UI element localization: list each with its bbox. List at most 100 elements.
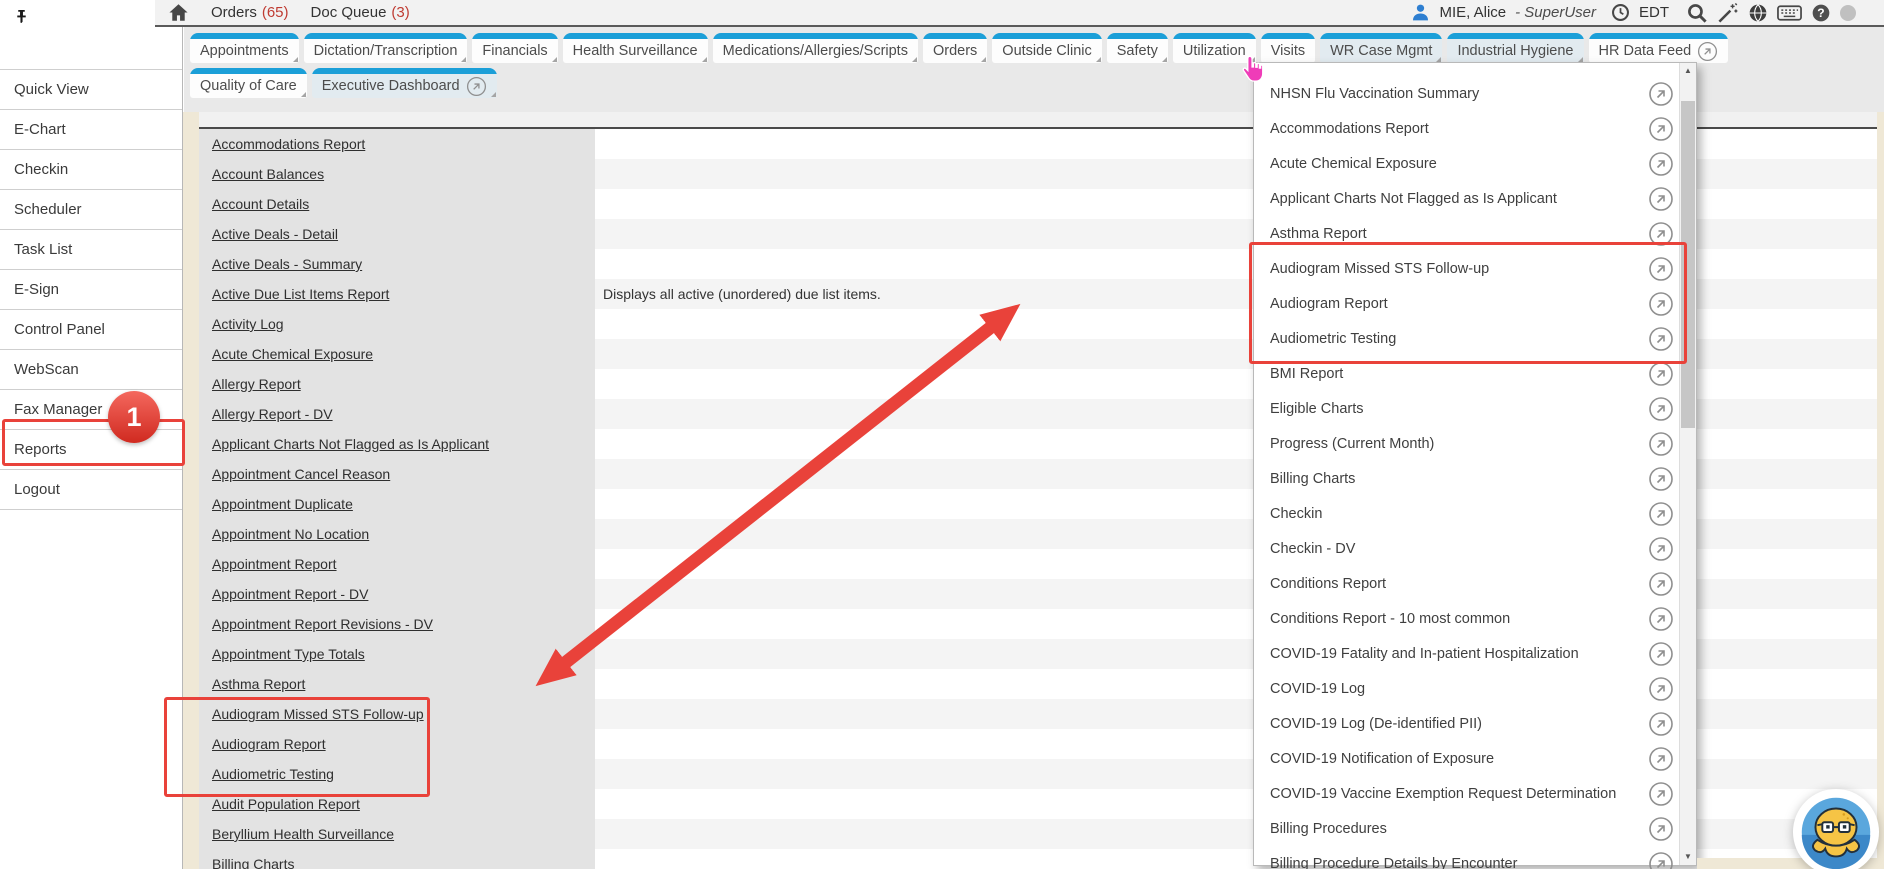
sidebar-item-webscan[interactable]: WebScan [0, 350, 182, 390]
dropdown-item-conditions-report-10-most-common[interactable]: Conditions Report - 10 most common [1254, 601, 1679, 636]
open-report-icon[interactable] [1648, 186, 1674, 212]
dropdown-item-applicant-charts-not-flagged-as-is-applicant[interactable]: Applicant Charts Not Flagged as Is Appli… [1254, 181, 1679, 216]
open-report-icon[interactable] [1648, 361, 1674, 387]
wand-icon[interactable] [1717, 2, 1739, 24]
report-link-account-balances[interactable]: Account Balances [212, 166, 324, 182]
tab-wr-case-mgmt[interactable]: WR Case Mgmt [1320, 33, 1442, 63]
report-link-audiometric-testing[interactable]: Audiometric Testing [212, 766, 334, 782]
dropdown-item-covid-19-fatality-and-in-patient-hospitalization[interactable]: COVID-19 Fatality and In-patient Hospita… [1254, 636, 1679, 671]
sidebar-item-task-list[interactable]: Task List [0, 230, 182, 270]
dropdown-item-covid-19-notification-of-exposure[interactable]: COVID-19 Notification of Exposure [1254, 741, 1679, 776]
tab-medications-allergies-scripts[interactable]: Medications/Allergies/Scripts [713, 33, 918, 63]
open-report-icon[interactable] [1648, 746, 1674, 772]
octopus-helper-icon[interactable] [1792, 788, 1880, 869]
open-report-icon[interactable] [1648, 851, 1674, 869]
open-report-icon[interactable] [1648, 641, 1674, 667]
open-report-icon[interactable] [1648, 221, 1674, 247]
report-link-active-deals-detail[interactable]: Active Deals - Detail [212, 226, 338, 242]
open-report-icon[interactable] [1648, 291, 1674, 317]
sidebar-item-logout[interactable]: Logout [0, 470, 182, 510]
report-link-applicant-charts-not-flagged-as-is-applicant[interactable]: Applicant Charts Not Flagged as Is Appli… [212, 436, 489, 452]
dropdown-item-covid-19-log[interactable]: COVID-19 Log [1254, 671, 1679, 706]
open-report-icon[interactable] [1648, 676, 1674, 702]
dropdown-item-billing-charts[interactable]: Billing Charts [1254, 461, 1679, 496]
dropdown-item-eligible-charts[interactable]: Eligible Charts [1254, 391, 1679, 426]
open-in-new-icon[interactable] [1697, 41, 1718, 62]
report-link-activity-log[interactable]: Activity Log [212, 316, 284, 332]
dropdown-scrollbar[interactable]: ▲ ▼ [1679, 63, 1696, 865]
open-in-new-icon[interactable] [466, 76, 487, 97]
tab-orders[interactable]: Orders [923, 33, 987, 63]
dropdown-item-accommodations-report[interactable]: Accommodations Report [1254, 111, 1679, 146]
tab-visits[interactable]: Visits [1261, 33, 1315, 63]
dropdown-item-covid-19-vaccine-exemption-request-determination[interactable]: COVID-19 Vaccine Exemption Request Deter… [1254, 776, 1679, 811]
report-link-acute-chemical-exposure[interactable]: Acute Chemical Exposure [212, 346, 373, 362]
help-icon[interactable]: ? [1811, 3, 1831, 23]
report-link-active-due-list-items-report[interactable]: Active Due List Items Report [212, 286, 389, 302]
search-icon[interactable] [1686, 2, 1708, 24]
tab-executive-dashboard[interactable]: Executive Dashboard [312, 68, 497, 98]
topbar-nav-orders[interactable]: Orders(65) [211, 4, 289, 21]
dropdown-item-audiogram-report[interactable]: Audiogram Report [1254, 286, 1679, 321]
keyboard-icon[interactable] [1777, 5, 1802, 21]
globe-icon[interactable] [1748, 3, 1768, 23]
dropdown-item-billing-procedures[interactable]: Billing Procedures [1254, 811, 1679, 846]
tab-financials[interactable]: Financials [472, 33, 557, 63]
sidebar-item-scheduler[interactable]: Scheduler [0, 190, 182, 230]
open-report-icon[interactable] [1648, 466, 1674, 492]
report-link-asthma-report[interactable]: Asthma Report [212, 676, 305, 692]
sidebar-item-control-panel[interactable]: Control Panel [0, 310, 182, 350]
dropdown-item-asthma-report[interactable]: Asthma Report [1254, 216, 1679, 251]
tab-outside-clinic[interactable]: Outside Clinic [992, 33, 1101, 63]
report-link-appointment-report-revisions-dv[interactable]: Appointment Report Revisions - DV [212, 616, 433, 632]
open-report-icon[interactable] [1648, 536, 1674, 562]
scrollbar-up-arrow[interactable]: ▲ [1680, 63, 1696, 79]
dropdown-item-checkin-dv[interactable]: Checkin - DV [1254, 531, 1679, 566]
report-link-accommodations-report[interactable]: Accommodations Report [212, 136, 365, 152]
report-link-appointment-type-totals[interactable]: Appointment Type Totals [212, 646, 365, 662]
report-link-allergy-report[interactable]: Allergy Report [212, 376, 301, 392]
report-link-audiogram-report[interactable]: Audiogram Report [212, 736, 326, 752]
dropdown-item-nhsn-flu-vaccination-summary[interactable]: NHSN Flu Vaccination Summary [1254, 76, 1679, 111]
user-icon[interactable] [1411, 3, 1430, 22]
tab-safety[interactable]: Safety [1107, 33, 1168, 63]
dropdown-item-covid-19-log-de-identified-pii[interactable]: COVID-19 Log (De-identified PII) [1254, 706, 1679, 741]
report-link-appointment-report-dv[interactable]: Appointment Report - DV [212, 586, 368, 602]
open-report-icon[interactable] [1648, 116, 1674, 142]
topbar-nav-doc-queue[interactable]: Doc Queue(3) [311, 4, 410, 21]
report-link-audiogram-missed-sts-follow-up[interactable]: Audiogram Missed STS Follow-up [212, 706, 424, 722]
tab-utilization[interactable]: Utilization [1173, 33, 1256, 63]
open-report-icon[interactable] [1648, 326, 1674, 352]
sidebar-item-e-sign[interactable]: E-Sign [0, 270, 182, 310]
sidebar-item-e-chart[interactable]: E-Chart [0, 110, 182, 150]
open-report-icon[interactable] [1648, 571, 1674, 597]
scrollbar-down-arrow[interactable]: ▼ [1680, 849, 1696, 865]
dropdown-item-bmi-report[interactable]: BMI Report [1254, 356, 1679, 391]
report-link-active-deals-summary[interactable]: Active Deals - Summary [212, 256, 362, 272]
dropdown-item-progress-current-month[interactable]: Progress (Current Month) [1254, 426, 1679, 461]
open-report-icon[interactable] [1648, 501, 1674, 527]
sidebar-item-reports[interactable]: Reports [0, 430, 182, 470]
open-report-icon[interactable] [1648, 816, 1674, 842]
sidebar-item-quick-view[interactable]: Quick View [0, 70, 182, 110]
scrollbar-thumb[interactable] [1681, 101, 1695, 428]
home-icon[interactable] [168, 3, 189, 22]
sidebar-item-checkin[interactable]: Checkin [0, 150, 182, 190]
open-report-icon[interactable] [1648, 711, 1674, 737]
dropdown-item-audiometric-testing[interactable]: Audiometric Testing [1254, 321, 1679, 356]
open-report-icon[interactable] [1648, 396, 1674, 422]
tab-hr-data-feed[interactable]: HR Data Feed [1589, 33, 1729, 63]
dropdown-item-conditions-report[interactable]: Conditions Report [1254, 566, 1679, 601]
open-report-icon[interactable] [1648, 256, 1674, 282]
report-link-billing-charts[interactable]: Billing Charts [212, 856, 294, 869]
report-link-appointment-duplicate[interactable]: Appointment Duplicate [212, 496, 353, 512]
report-link-allergy-report-dv[interactable]: Allergy Report - DV [212, 406, 333, 422]
open-report-icon[interactable] [1648, 151, 1674, 177]
report-link-appointment-cancel-reason[interactable]: Appointment Cancel Reason [212, 466, 390, 482]
dropdown-item-audiogram-missed-sts-follow-up[interactable]: Audiogram Missed STS Follow-up [1254, 251, 1679, 286]
report-link-beryllium-health-surveillance[interactable]: Beryllium Health Surveillance [212, 826, 394, 842]
open-report-icon[interactable] [1648, 606, 1674, 632]
open-report-icon[interactable] [1648, 431, 1674, 457]
report-link-appointment-no-location[interactable]: Appointment No Location [212, 526, 369, 542]
tab-industrial-hygiene[interactable]: Industrial Hygiene [1447, 33, 1583, 63]
